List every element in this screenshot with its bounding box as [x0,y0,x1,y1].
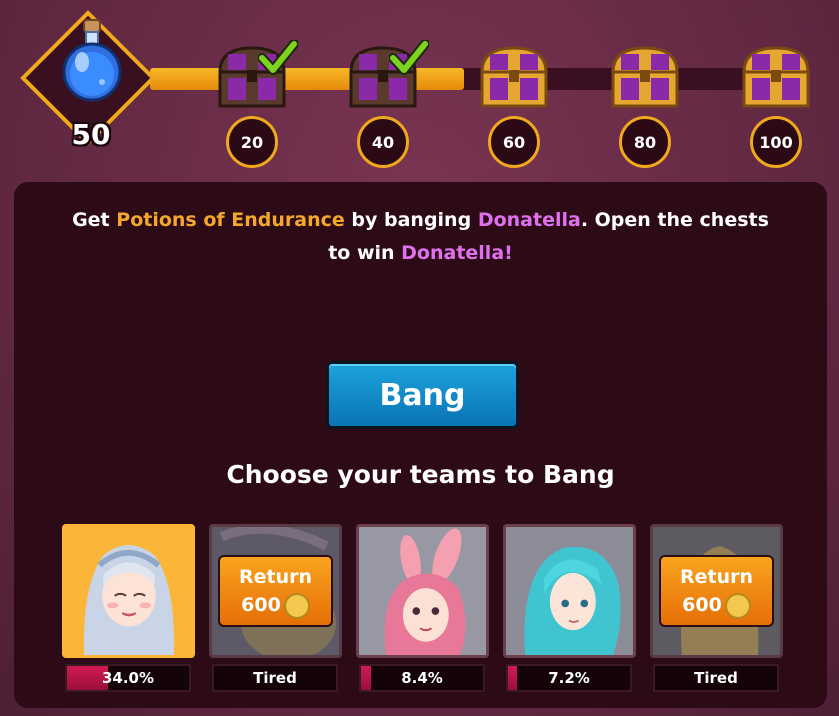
tier-badge-80: 80 [619,116,671,168]
potion-counter: 50 [18,8,158,151]
girl-portrait [506,527,633,655]
team-3-progress-fill [361,666,372,690]
team-3-status-text: 8.4% [401,669,443,687]
team-card-5[interactable]: Return 600 [650,524,783,658]
girl-portrait [83,545,175,655]
bang-button[interactable]: Bang [326,361,519,429]
team-5-status: Tired [653,664,779,692]
tier-badge-100: 100 [750,116,802,168]
checkmark-icon [257,39,299,76]
girl-portrait [359,527,486,655]
blue-potion-icon [62,19,122,102]
return-button-5[interactable]: Return 600 [659,555,774,627]
chest-icon-100[interactable] [738,42,814,110]
chest-icon-80[interactable] [607,42,683,110]
checkmark-icon [388,39,430,76]
return-cost-value: 600 [241,594,281,616]
team-card-4[interactable] [503,524,636,658]
return-label: Return [679,566,754,588]
team-2-status-text: Tired [253,669,297,687]
potions-highlight: Potions of Endurance [116,209,345,231]
desc-text: by banging [344,209,478,231]
girl-name-highlight: Donatella! [401,242,513,264]
tier-badge-20: 20 [226,116,278,168]
coin-icon [724,592,751,619]
event-description: Get Potions of Endurance by banging Dona… [14,204,827,270]
main-panel: Get Potions of Endurance by banging Dona… [14,182,827,708]
team-card-2[interactable]: Return 600 [209,524,342,658]
chest-icon-60[interactable] [476,42,552,110]
return-button-2[interactable]: Return 600 [218,555,333,627]
team-2-status: Tired [212,664,338,692]
return-cost-value: 600 [682,594,722,616]
team-card-3[interactable] [356,524,489,658]
desc-text: Get [72,209,117,231]
coin-icon [283,592,310,619]
team-1-status-text: 34.0% [101,669,155,687]
tier-badge-60: 60 [488,116,540,168]
desc-text: to win [328,242,402,264]
girl-name-highlight: Donatella [477,209,581,231]
choose-teams-heading: Choose your teams to Bang [226,460,615,489]
team-4-progress-fill [508,666,517,690]
team-5-status-text: Tired [694,669,738,687]
team-4-status-text: 7.2% [548,669,590,687]
team-card-1[interactable] [62,524,195,658]
return-cost: 600 [661,591,772,619]
team-1-status: 34.0% [65,664,191,692]
tier-badge-40: 40 [357,116,409,168]
team-4-status: 7.2% [506,664,632,692]
team-3-status: 8.4% [359,664,485,692]
return-cost: 600 [220,591,331,619]
return-label: Return [238,566,313,588]
potion-count: 50 [71,118,111,151]
desc-text: . Open the chests [580,209,769,231]
